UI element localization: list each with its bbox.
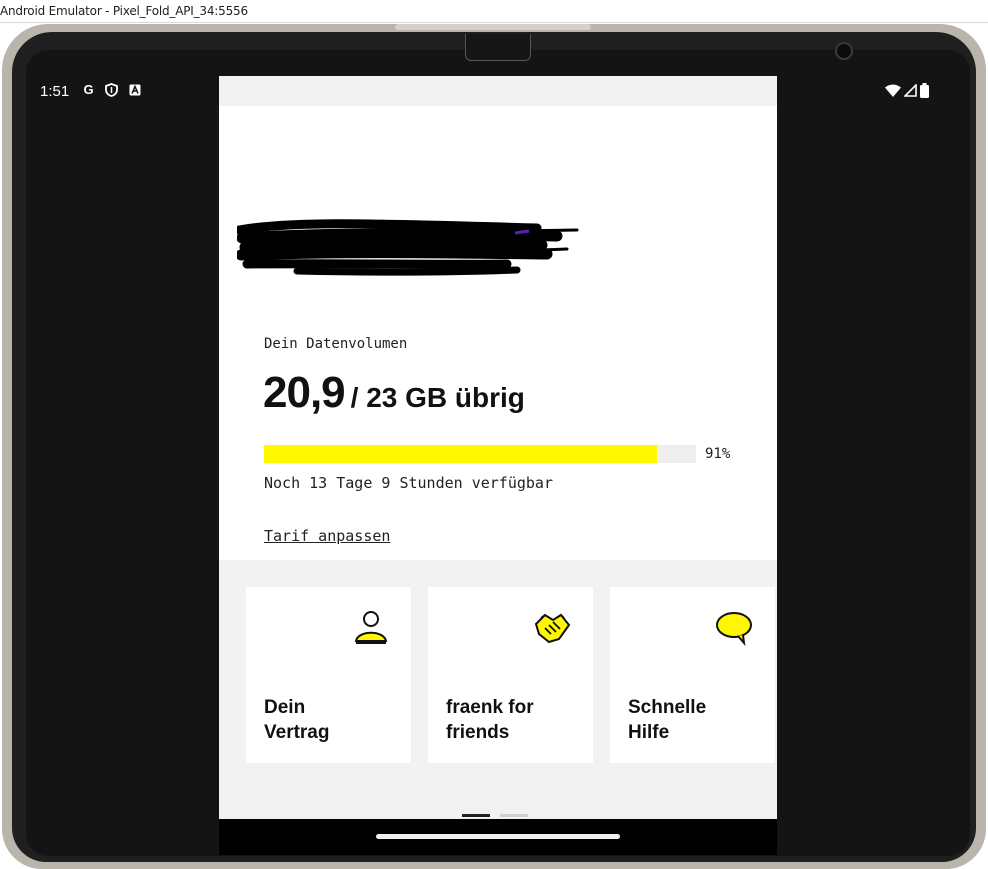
handshake-icon [534,613,571,644]
page-dot-active[interactable] [462,814,490,817]
tile-label: Schnelle Hilfe [628,697,707,743]
wifi-icon [885,84,901,102]
a-icon [127,82,142,97]
signal-icon [903,83,917,102]
gesture-nav-bar [219,819,777,855]
battery-icon [920,83,929,103]
hinge-line [395,24,591,30]
tile-label: Dein Vertrag [264,697,330,743]
page-indicator [462,814,528,817]
emulator-title-bar: Android Emulator - Pixel_Fold_API_34:555… [0,0,988,23]
window-title: Android Emulator - Pixel_Fold_API_34:555… [0,4,248,18]
data-amount: 20,9/ 23 GB übrig [263,368,525,418]
camera-icon [835,42,853,60]
hinge-notch [465,34,531,61]
app-screen: Dein Datenvolumen 20,9/ 23 GB übrig 91% … [219,76,777,855]
usage-progress-fill [264,445,658,463]
data-volume-card: Dein Datenvolumen 20,9/ 23 GB übrig 91% … [219,106,777,560]
remaining-value: 20,9 [263,368,346,417]
redacted-scribble [237,219,579,276]
status-time: 1:51 [40,83,70,100]
total-text: / 23 GB übrig [350,382,525,413]
usage-progress-bar [264,445,696,463]
status-icons-left: G [81,82,142,97]
home-gesture-handle[interactable] [376,834,620,839]
usage-percent: 91% [705,446,731,462]
tile-friends[interactable]: fraenk for friends [428,587,593,763]
tile-label: fraenk for friends [446,697,534,743]
top-strip [219,76,777,106]
chat-bubble-icon [716,612,752,647]
data-volume-label: Dein Datenvolumen [264,336,408,352]
tile-quick-help[interactable]: Schnelle Hilfe [610,587,775,763]
status-icons-right [885,83,929,103]
page-dot[interactable] [500,814,528,817]
shield-icon [104,82,119,97]
adjust-tariff-link[interactable]: Tarif anpassen [264,527,390,545]
tile-contract[interactable]: Dein Vertrag [246,587,411,763]
person-icon [354,611,388,644]
google-icon: G [83,82,94,97]
remaining-time: Noch 13 Tage 9 Stunden verfügbar [264,474,553,492]
